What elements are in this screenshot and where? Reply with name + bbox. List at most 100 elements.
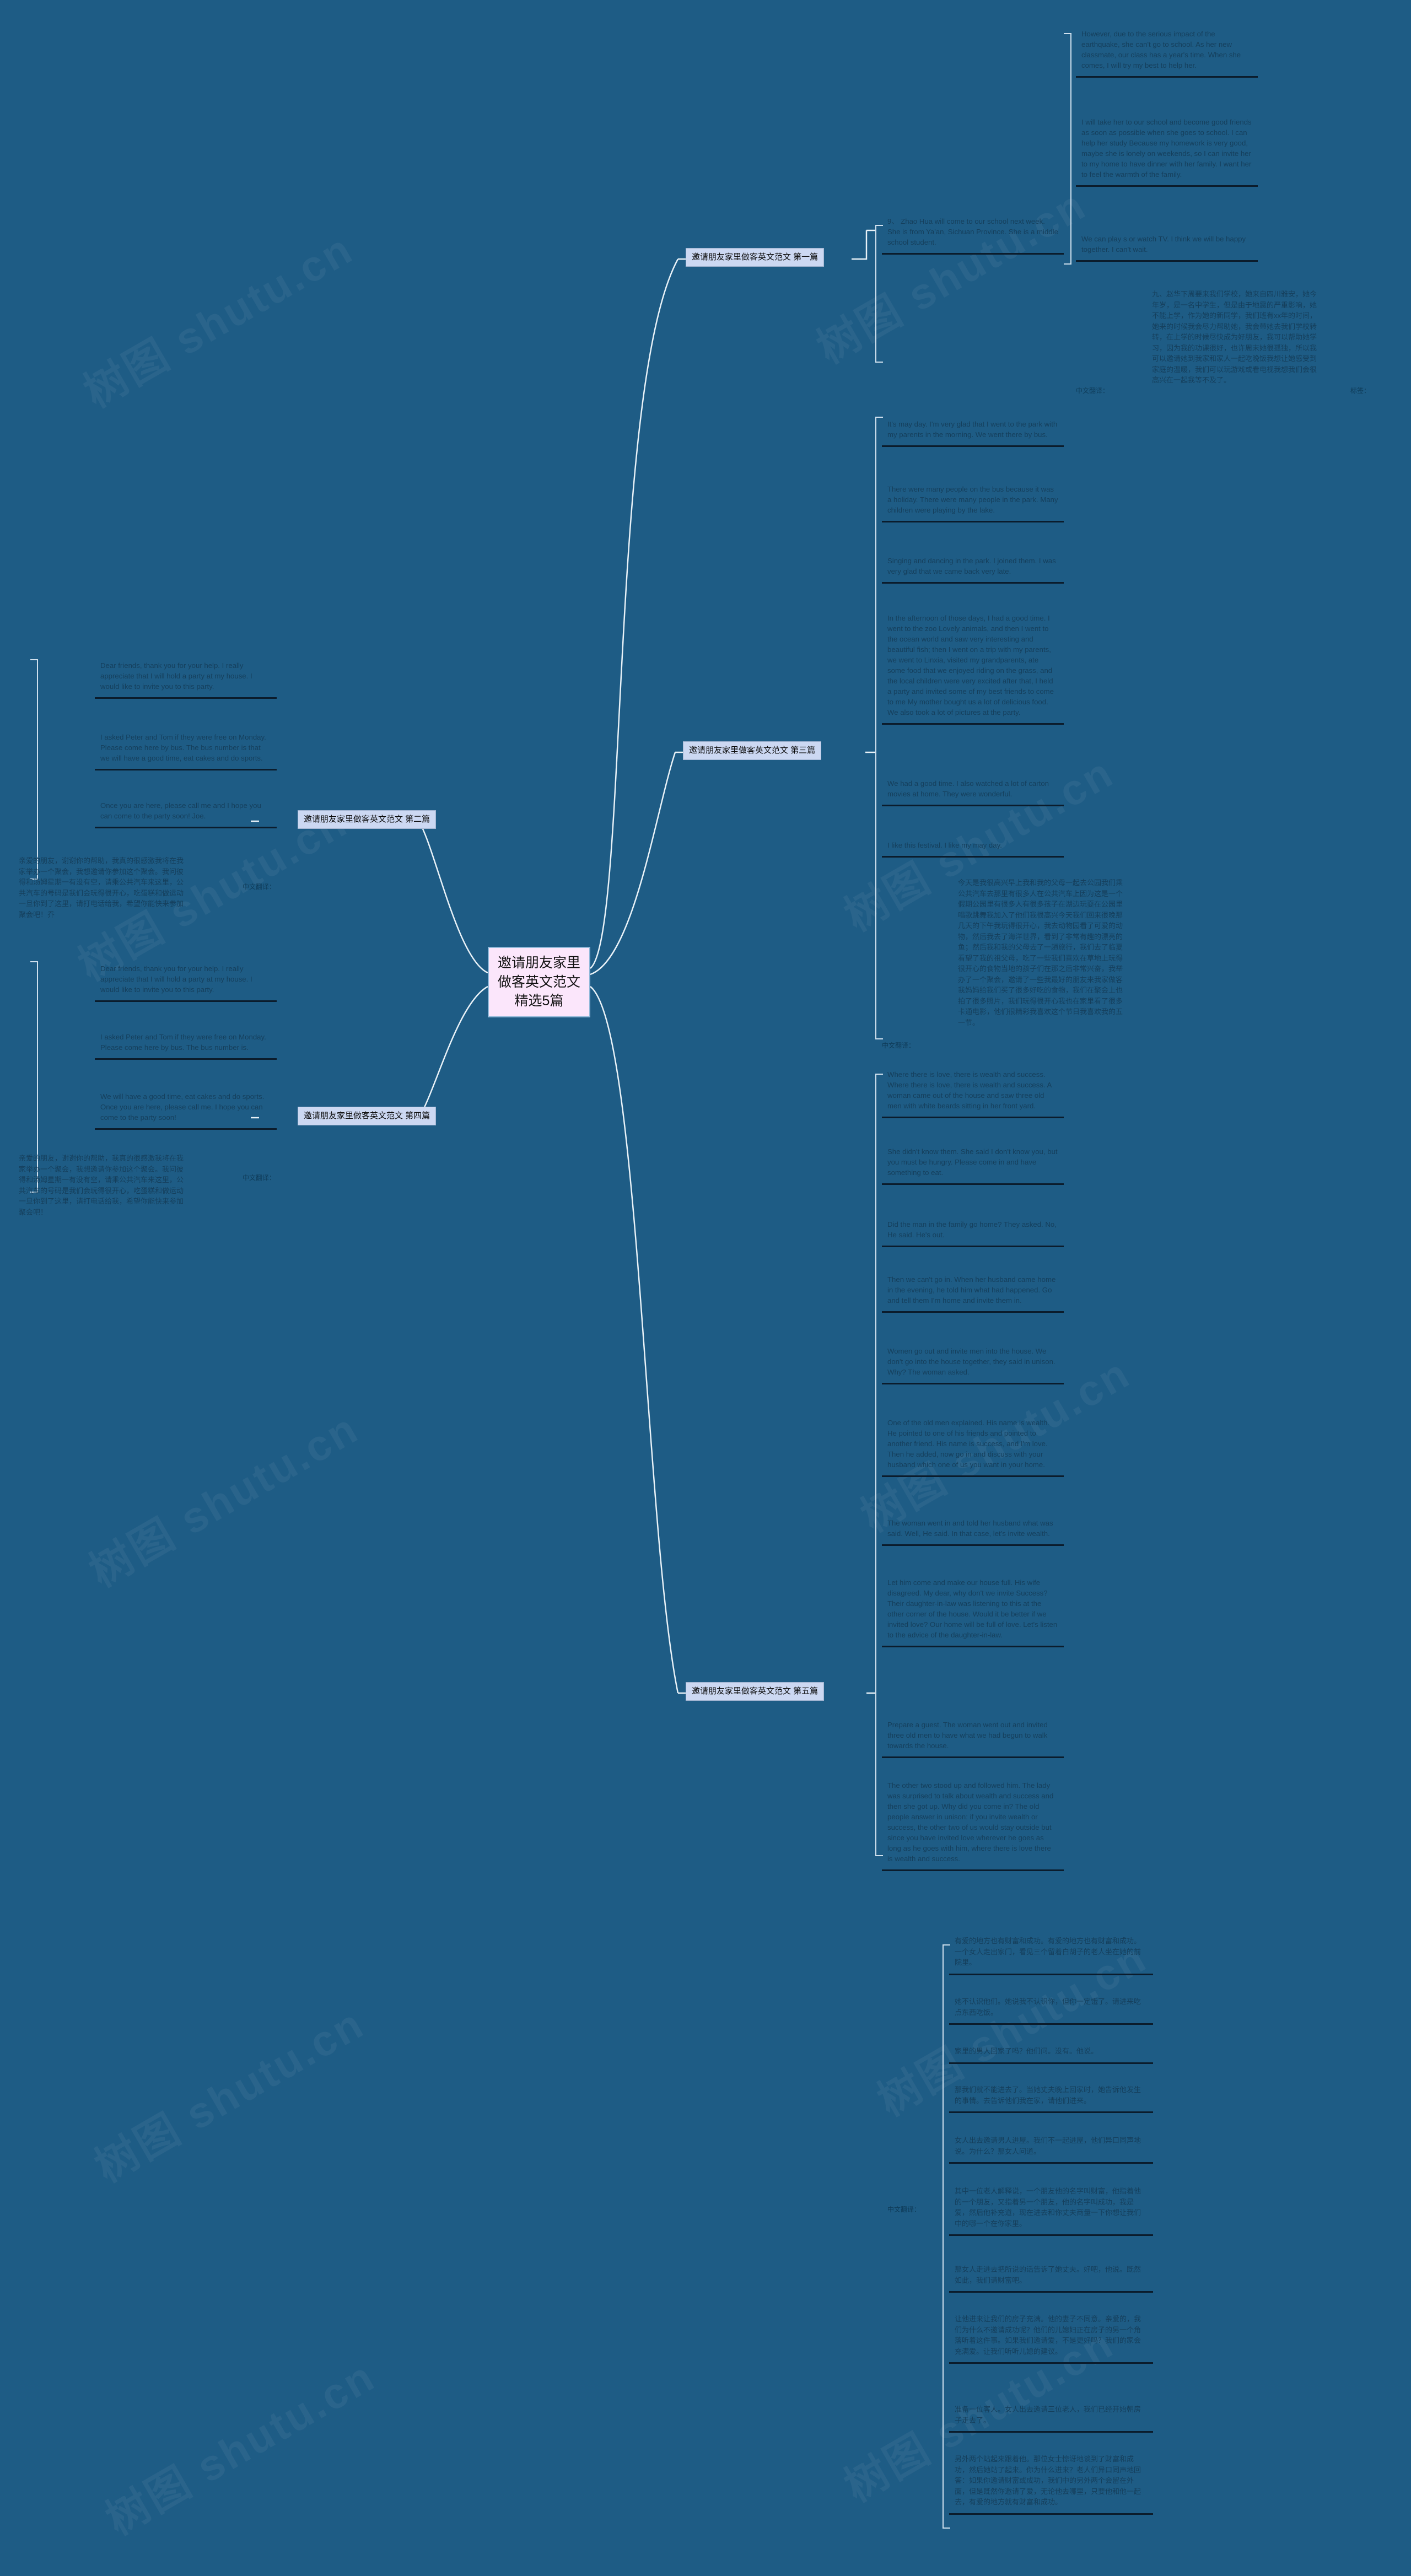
leaf-b5-6[interactable]: One of the old men explained. His name i… [882, 1411, 1064, 1477]
leaf-text: Women go out and invite men into the hou… [887, 1347, 1055, 1376]
leaf-text: 女人出去邀请男人进屋。我们不一起进屋，他们异口同声地说。为什么？那女人问道。 [955, 2136, 1141, 2155]
branch-label: 邀请朋友家里做客英文范文 第五篇 [692, 1686, 818, 1696]
leaf-text: Let him come and make our house full. Hi… [887, 1578, 1058, 1639]
leaf-text: The other two stood up and followed him.… [887, 1781, 1054, 1863]
b1-cn-label: 中文翻译： [1076, 387, 1110, 395]
watermark: 树图 shutu.cn [81, 1403, 367, 1596]
leaf-b2-cn[interactable]: 亲爱的朋友，谢谢你的帮助，我真的很感激我将在我家举办一个聚会，我想邀请你参加这个… [13, 849, 195, 925]
leaf-text: Prepare a guest. The woman went out and … [887, 1721, 1048, 1750]
leaf-b3-3[interactable]: Singing and dancing in the park. I joine… [882, 549, 1064, 584]
leaf-text: 家里的男人回家了吗？他们问。没有。他说。 [955, 2047, 1098, 2055]
leaf-b2-2[interactable]: I asked Peter and Tom if they were free … [95, 725, 277, 770]
leaf-b5-9[interactable]: Prepare a guest. The woman went out and … [882, 1713, 1064, 1758]
leaf-text: Where there is love, there is wealth and… [887, 1070, 1052, 1110]
leaf-b1-2[interactable]: However, due to the serious impact of th… [1076, 22, 1258, 78]
leaf-b5-cn-9[interactable]: 准备一位客人。女人出去邀请三位老人，我们已经开始朝房子走去了。 [949, 2397, 1153, 2433]
watermark: 树图 shutu.cn [98, 2351, 384, 2544]
leaf-b5-1[interactable]: Where there is love, there is wealth and… [882, 1063, 1064, 1118]
leaf-b5-2[interactable]: She didn't know them. She said I don't k… [882, 1140, 1064, 1185]
leaf-text: We had a good time. I also watched a lot… [887, 779, 1049, 798]
leaf-b5-cn-10[interactable]: 另外两个站起来跟着他。那位女士惊讶地谈到了财富和成功，然后她站了起来。你为什么进… [949, 2447, 1153, 2515]
branch-node-4[interactable]: 邀请朋友家里做客英文范文 第四篇 [298, 1107, 437, 1125]
leaf-text: 亲爱的朋友，谢谢你的帮助，我真的很感激我将在我家举办一个聚会，我想邀请你参加这个… [19, 1154, 184, 1216]
watermark: 树图 shutu.cn [809, 180, 1095, 373]
leaf-text: 另外两个站起来跟着他。那位女士惊讶地谈到了财富和成功，然后她站了起来。你为什么进… [955, 2455, 1141, 2506]
leaf-b3-cn[interactable]: 今天是我很高兴早上我和我的父母一起去公园我们乘公共汽车去那里有很多人在公共汽车上… [952, 871, 1134, 1033]
leaf-text: The woman went in and told her husband w… [887, 1519, 1053, 1538]
leaf-text: We can play s or watch TV. I think we wi… [1081, 235, 1246, 254]
leaf-b3-1[interactable]: It's may day. I'm very glad that I went … [882, 412, 1064, 447]
leaf-b1-4[interactable]: We can play s or watch TV. I think we wi… [1076, 227, 1258, 262]
leaf-b3-2[interactable]: There were many people on the bus becaus… [882, 477, 1064, 522]
leaf-text: 准备一位客人。女人出去邀请三位老人，我们已经开始朝房子走去了。 [955, 2405, 1141, 2424]
leaf-text: 有爱的地方也有财富和成功。有爱的地方也有财富和成功。一个女人走出家门，看见三个留… [955, 1937, 1141, 1966]
leaf-text: Dear friends, thank you for your help. I… [100, 964, 252, 994]
leaf-text: Then we can't go in. When her husband ca… [887, 1275, 1056, 1305]
leaf-text: Dear friends, thank you for your help. I… [100, 661, 252, 691]
watermark: 树图 shutu.cn [87, 1998, 373, 2191]
leaf-b4-cn[interactable]: 亲爱的朋友，谢谢你的帮助，我真的很感激我将在我家举办一个聚会，我想邀请你参加这个… [13, 1146, 195, 1223]
leaf-b2-3[interactable]: Once you are here, please call me and I … [95, 794, 277, 828]
leaf-text: 那女人走进去把所说的话告诉了她丈夫。好吧，他说。既然如此，我们请财富吧。 [955, 2265, 1141, 2284]
leaf-b5-7[interactable]: The woman went in and told her husband w… [882, 1511, 1064, 1546]
leaf-text: I will take her to our school and become… [1081, 118, 1252, 179]
leaf-text: In the afternoon of those days, I had a … [887, 614, 1054, 716]
leaf-text: 让他进来让我们的房子充满。他的妻子不同意。亲爱的，我们为什么不邀请成功呢？他们的… [955, 2315, 1141, 2356]
leaf-text: Singing and dancing in the park. I joine… [887, 557, 1056, 575]
leaf-text: There were many people on the bus becaus… [887, 485, 1058, 514]
leaf-b5-cn-6[interactable]: 其中一位老人解释说，一个朋友他的名字叫财富，他指着他的一个朋友，又指着另一个朋友… [949, 2179, 1153, 2236]
branch-node-3[interactable]: 邀请朋友家里做客英文范文 第三篇 [683, 741, 822, 760]
leaf-b5-cn-5[interactable]: 女人出去邀请男人进屋。我们不一起进屋，他们异口同声地说。为什么？那女人问道。 [949, 2128, 1153, 2164]
leaf-b5-cn-3[interactable]: 家里的男人回家了吗？他们问。没有。他说。 [949, 2039, 1153, 2064]
leaf-rail-cn [943, 1944, 950, 2529]
leaf-text: However, due to the serious impact of th… [1081, 30, 1241, 69]
leaf-b5-4[interactable]: Then we can't go in. When her husband ca… [882, 1268, 1064, 1313]
leaf-text: She didn't know them. She said I don't k… [887, 1147, 1058, 1177]
leaf-text: 她不认识他们。她说我不认识你，但你一定饿了。请进来吃点东西吃饭。 [955, 1997, 1141, 2017]
leaf-b4-3[interactable]: We will have a good time, eat cakes and … [95, 1085, 277, 1130]
leaf-b5-10[interactable]: The other two stood up and followed him.… [882, 1774, 1064, 1871]
leaf-b5-cn-1[interactable]: 有爱的地方也有财富和成功。有爱的地方也有财富和成功。一个女人走出家门，看见三个留… [949, 1929, 1153, 1975]
leaf-b5-cn-8[interactable]: 让他进来让我们的房子充满。他的妻子不同意。亲爱的，我们为什么不邀请成功呢？他们的… [949, 2307, 1153, 2364]
branch-label: 邀请朋友家里做客英文范文 第四篇 [304, 1111, 430, 1120]
b1-tag-label: 标签： [1350, 387, 1371, 395]
leaf-text: Once you are here, please call me and I … [100, 801, 261, 820]
leaf-text: I asked Peter and Tom if they were free … [100, 733, 266, 762]
b4-cn-label: 中文翻译： [243, 1174, 276, 1182]
leaf-text: I like this festival. I like my may day. [887, 841, 1002, 849]
leaf-b2-1[interactable]: Dear friends, thank you for your help. I… [95, 654, 277, 699]
leaf-text: One of the old men explained. His name i… [887, 1419, 1049, 1469]
branch-label: 邀请朋友家里做客英文范文 第一篇 [692, 252, 818, 262]
leaf-b1-cn[interactable]: 九、赵华下周要来我们学校，她来自四川雅安，她今年岁，是一名中学生，但是由于地震的… [1146, 282, 1328, 391]
leaf-b5-cn-7[interactable]: 那女人走进去把所说的话告诉了她丈夫。好吧，他说。既然如此，我们请财富吧。 [949, 2257, 1153, 2293]
leaf-b4-1[interactable]: Dear friends, thank you for your help. I… [95, 957, 277, 1002]
leaf-b5-5[interactable]: Women go out and invite men into the hou… [882, 1339, 1064, 1384]
leaf-b5-3[interactable]: Did the man in the family go home? They … [882, 1212, 1064, 1247]
branch-node-5[interactable]: 邀请朋友家里做客英文范文 第五篇 [686, 1682, 825, 1701]
leaf-b1-1[interactable]: 9、 Zhao Hua will come to our school next… [882, 209, 1064, 255]
leaf-text: We will have a good time, eat cakes and … [100, 1092, 265, 1122]
leaf-text: I asked Peter and Tom if they were free … [100, 1033, 266, 1052]
leaf-b1-3[interactable]: I will take her to our school and become… [1076, 110, 1258, 187]
leaf-b3-4[interactable]: In the afternoon of those days, I had a … [882, 606, 1064, 725]
leaf-b4-2[interactable]: I asked Peter and Tom if they were free … [95, 1025, 277, 1060]
leaf-b3-5[interactable]: We had a good time. I also watched a lot… [882, 772, 1064, 806]
branch-label: 邀请朋友家里做客英文范文 第三篇 [689, 746, 816, 755]
branch-label: 邀请朋友家里做客英文范文 第二篇 [304, 815, 430, 824]
leaf-rail [30, 659, 38, 880]
leaf-text: Did the man in the family go home? They … [887, 1220, 1057, 1239]
leaf-text: 九、赵华下周要来我们学校，她来自四川雅安，她今年岁，是一名中学生，但是由于地震的… [1152, 290, 1317, 384]
leaf-text: 其中一位老人解释说，一个朋友他的名字叫财富，他指着他的一个朋友，又指着另一个朋友… [955, 2187, 1141, 2228]
leaf-b5-cn-4[interactable]: 那我们就不能进去了。当她丈夫晚上回家时，她告诉他发生的事情。去告诉他们我在家，请… [949, 2078, 1153, 2113]
branch-node-1[interactable]: 邀请朋友家里做客英文范文 第一篇 [686, 248, 825, 267]
leaf-rail [1064, 33, 1071, 265]
branch-node-2[interactable]: 邀请朋友家里做客英文范文 第二篇 [298, 810, 437, 829]
leaf-text: 今天是我很高兴早上我和我的父母一起去公园我们乘公共汽车去那里有很多人在公共汽车上… [958, 879, 1123, 1027]
root-title: 邀请朋友家里做客英文范文精选5篇 [497, 955, 580, 1009]
leaf-b5-8[interactable]: Let him come and make our house full. Hi… [882, 1571, 1064, 1647]
b5-cn-label: 中文翻译： [887, 2206, 921, 2213]
b2-cn-label: 中文翻译： [243, 883, 276, 891]
root-node[interactable]: 邀请朋友家里做客英文范文精选5篇 [488, 947, 590, 1017]
leaf-b3-6[interactable]: I like this festival. I like my may day. [882, 833, 1064, 858]
leaf-b5-cn-2[interactable]: 她不认识他们。她说我不认识你，但你一定饿了。请进来吃点东西吃饭。 [949, 1990, 1153, 2025]
